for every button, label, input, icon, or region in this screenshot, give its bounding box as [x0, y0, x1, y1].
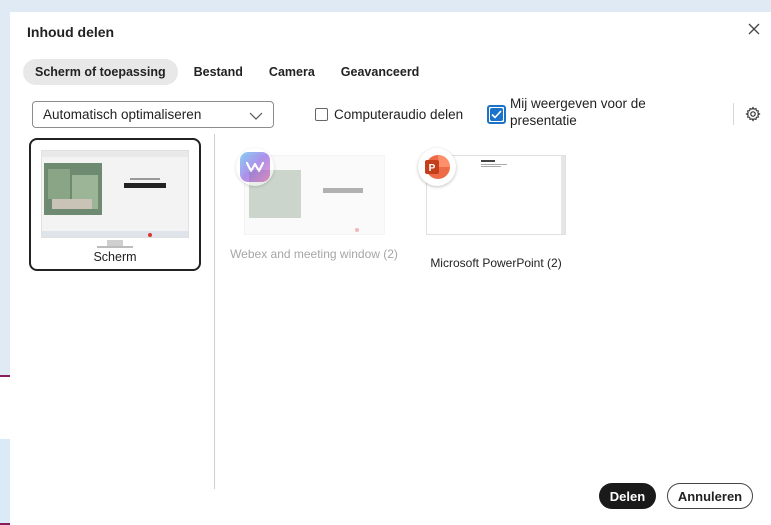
- optimize-select[interactable]: Automatisch optimaliseren: [32, 101, 274, 128]
- tab-screen-or-application[interactable]: Scherm of toepassing: [23, 59, 178, 85]
- show-me-checkbox[interactable]: Mij weergeven voor de presentatie: [487, 95, 670, 129]
- source-tile-screen[interactable]: Scherm: [29, 138, 201, 271]
- source-tile-powerpoint[interactable]: P Microsoft PowerPoint (2): [416, 146, 576, 286]
- webex-icon: [236, 148, 274, 186]
- share-button[interactable]: Delen: [599, 483, 656, 509]
- panel-divider: [214, 134, 215, 489]
- powerpoint-icon: P: [418, 148, 456, 186]
- source-label-webex: Webex and meeting window (2): [230, 247, 398, 261]
- computer-audio-box[interactable]: [315, 108, 328, 121]
- share-tabs: Scherm of toepassing Bestand Camera Geav…: [23, 59, 429, 85]
- chevron-down-icon: [249, 109, 263, 124]
- share-content-dialog: Inhoud delen Scherm of toepassing Bestan…: [10, 12, 771, 525]
- computer-audio-checkbox[interactable]: Computeraudio delen: [315, 107, 463, 122]
- close-icon[interactable]: [745, 20, 763, 38]
- tab-camera[interactable]: Camera: [259, 59, 325, 85]
- toolbar-divider: [733, 103, 734, 125]
- svg-text:P: P: [429, 163, 436, 174]
- source-tile-webex: Webex and meeting window (2): [230, 146, 398, 286]
- tab-advanced[interactable]: Geavanceerd: [331, 59, 430, 85]
- tab-file[interactable]: Bestand: [184, 59, 253, 85]
- show-me-label: Mij weergeven voor de presentatie: [510, 96, 646, 128]
- source-label-powerpoint: Microsoft PowerPoint (2): [430, 256, 562, 270]
- cancel-button[interactable]: Annuleren: [667, 483, 753, 509]
- optimize-select-value: Automatisch optimaliseren: [43, 107, 202, 122]
- dialog-title: Inhoud delen: [27, 24, 115, 40]
- source-label-screen: Scherm: [93, 250, 137, 264]
- screen-thumbnail: [41, 150, 189, 238]
- monitor-base: [97, 246, 133, 248]
- gear-icon[interactable]: [745, 106, 761, 127]
- share-toolbar: Automatisch optimaliseren Computeraudio …: [30, 96, 771, 132]
- show-me-box[interactable]: [487, 105, 506, 124]
- computer-audio-label: Computeraudio delen: [334, 107, 464, 122]
